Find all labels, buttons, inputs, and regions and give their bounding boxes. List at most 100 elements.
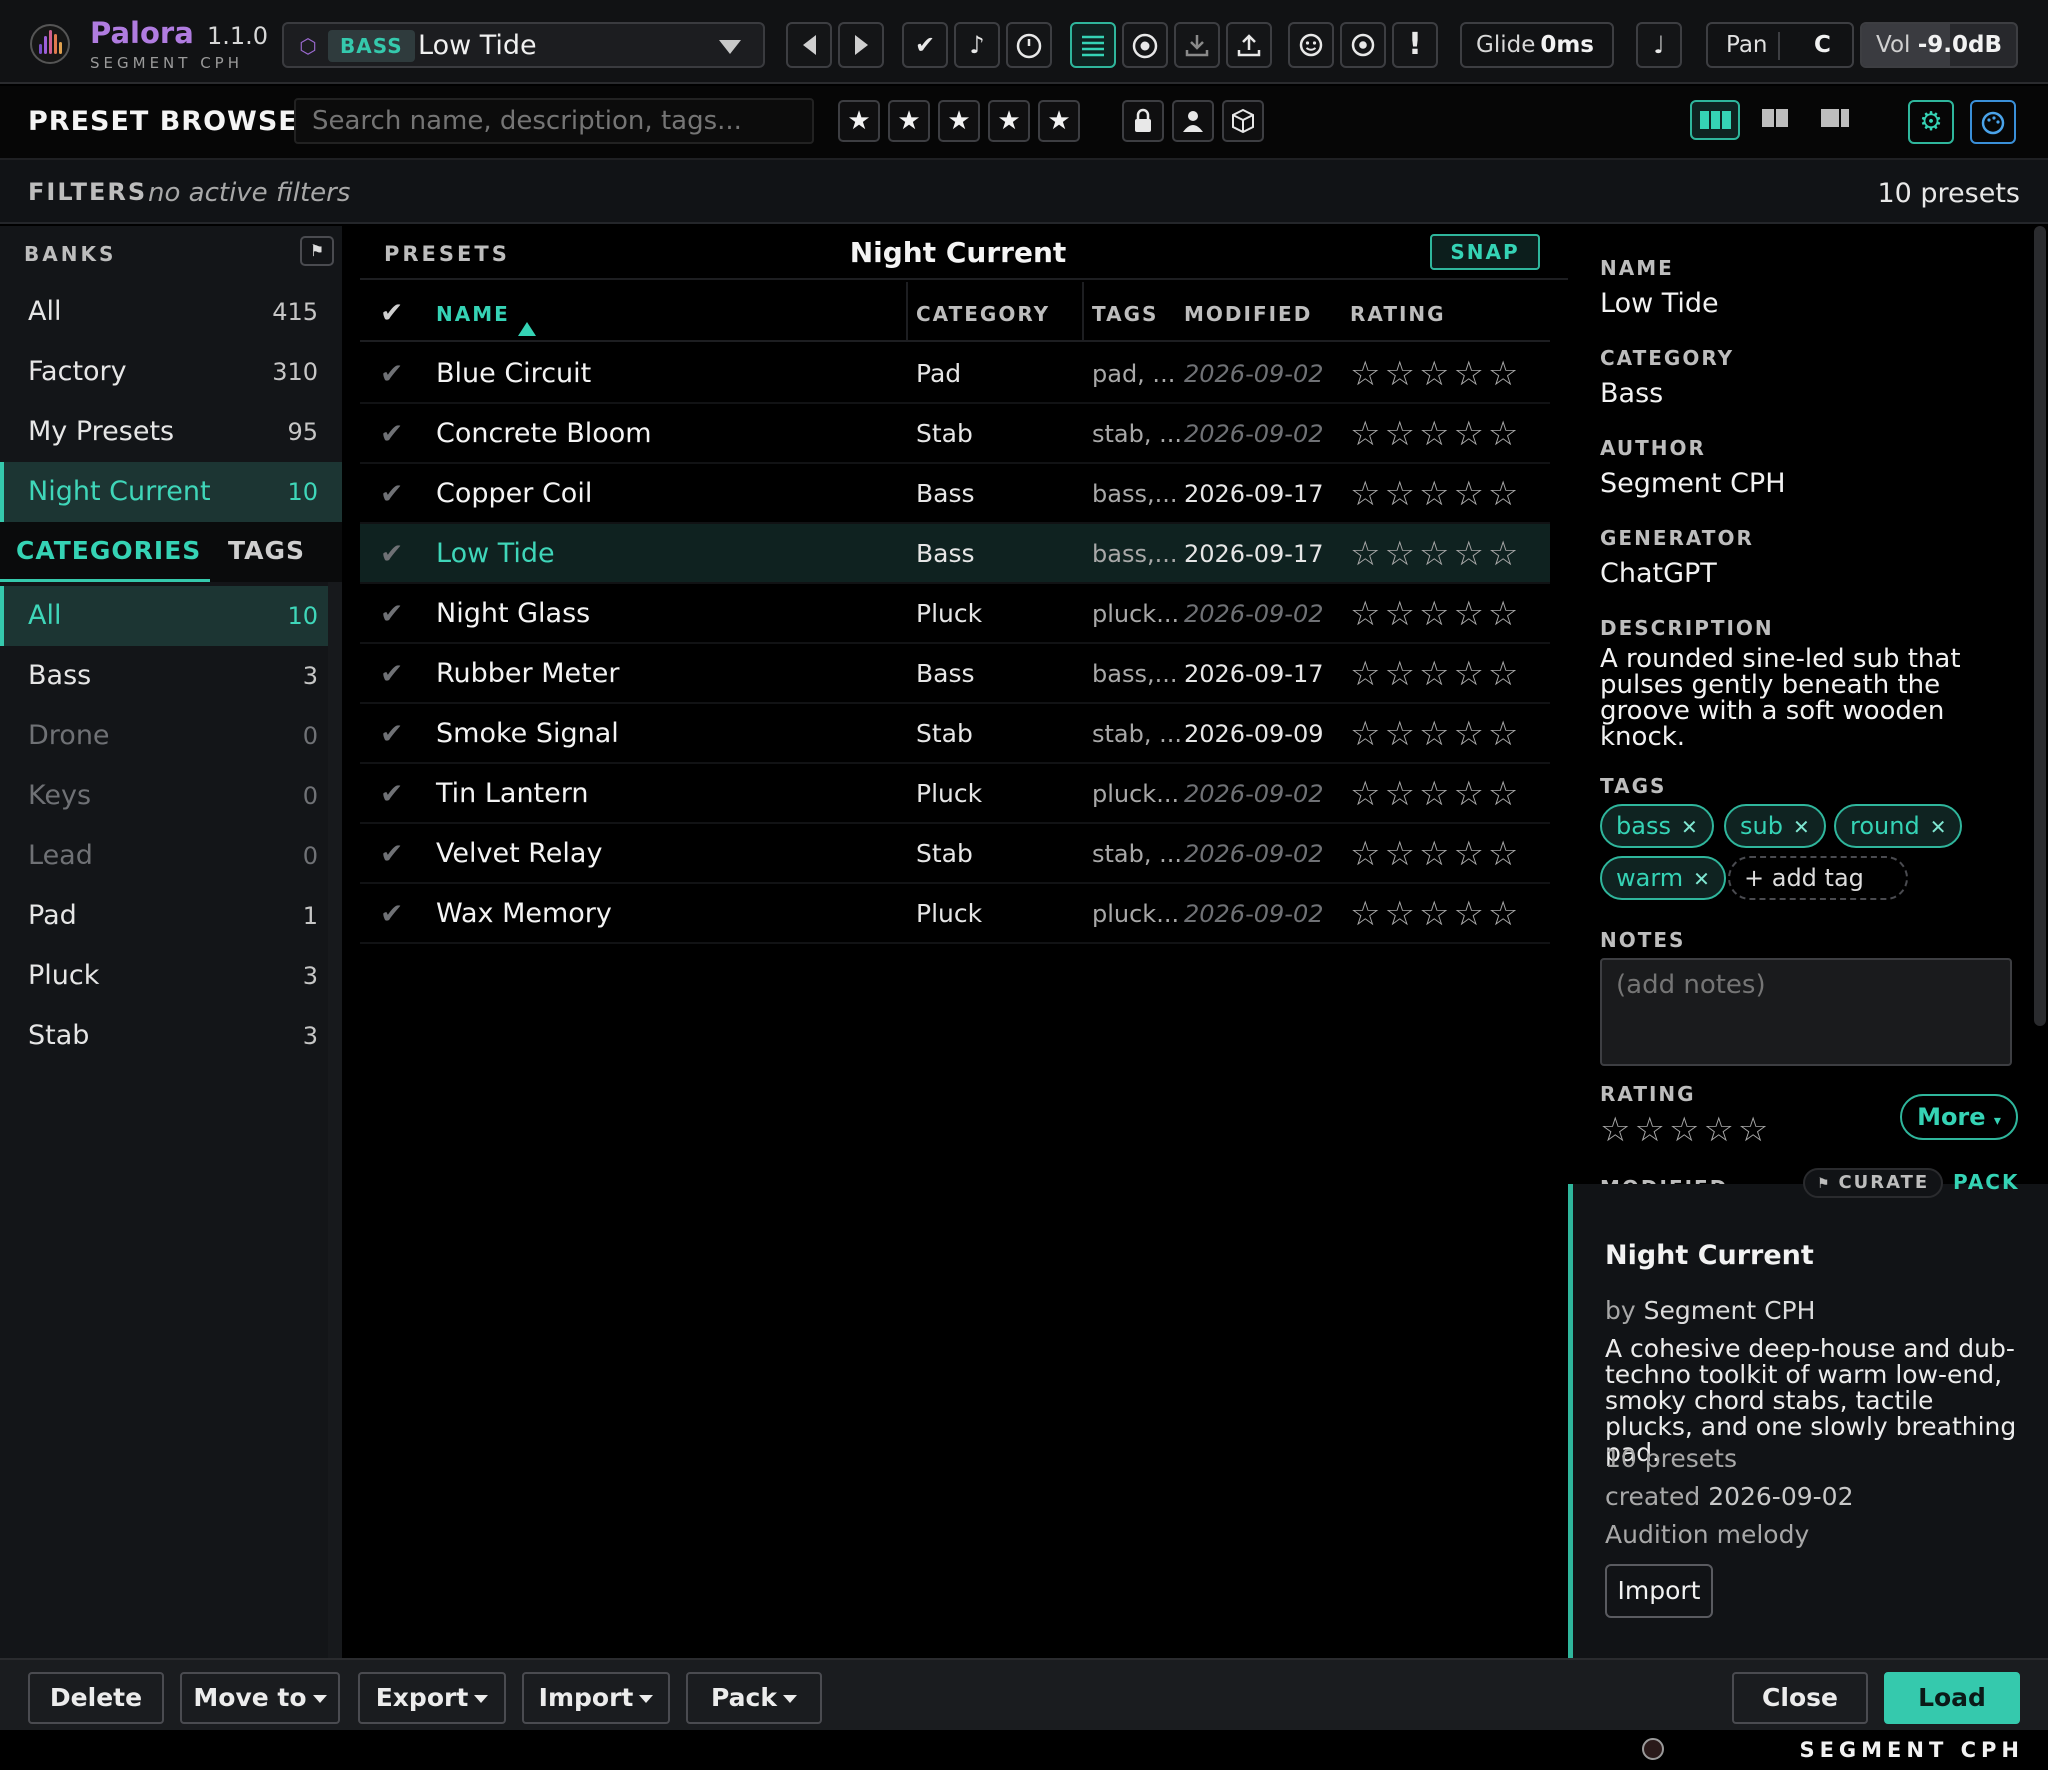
next-preset-button[interactable]	[838, 22, 884, 68]
notes-field[interactable]	[1600, 958, 2012, 1066]
rating-stars[interactable]: ☆☆☆☆☆	[1350, 704, 1522, 764]
table-row[interactable]: ✔ Rubber Meter Bass bass,... 2026-09-17 …	[360, 644, 1550, 704]
add-tag-button[interactable]: + add tag	[1728, 856, 1908, 900]
rating-stars[interactable]: ☆☆☆☆☆	[1350, 824, 1522, 884]
column-divider[interactable]	[1082, 282, 1084, 342]
rating-stars[interactable]: ☆☆☆☆☆	[1350, 404, 1522, 464]
move-to-button[interactable]: Move to	[180, 1672, 340, 1724]
factory-filter-button[interactable]	[1222, 100, 1264, 142]
column-rating[interactable]: RATING	[1350, 302, 1446, 326]
check-icon[interactable]: ✔	[380, 644, 403, 704]
tag-chip[interactable]: warm ✕	[1600, 856, 1726, 900]
rating-filter-5[interactable]: ★	[1038, 100, 1080, 142]
remove-tag-icon[interactable]: ✕	[1793, 815, 1810, 839]
rating-stars[interactable]: ☆☆☆☆☆	[1350, 884, 1522, 944]
check-icon[interactable]: ✔	[380, 884, 403, 944]
audition-melody-link[interactable]: Audition melody	[1605, 1520, 1809, 1549]
rating-stars[interactable]: ☆☆☆☆☆	[1350, 464, 1522, 524]
check-icon[interactable]: ✔	[380, 584, 403, 644]
table-row[interactable]: ✔ Blue Circuit Pad pad, ... 2026-09-02 ☆…	[360, 344, 1550, 404]
record-button[interactable]	[1122, 22, 1168, 68]
bank-item-night-current[interactable]: Night Current 10	[0, 462, 342, 522]
category-item-pad[interactable]: Pad 1	[0, 886, 342, 946]
flag-icon[interactable]: ⚑	[300, 236, 334, 266]
category-item-keys[interactable]: Keys 0	[0, 766, 342, 826]
pan-control[interactable]: Pan C	[1706, 22, 1854, 68]
table-row[interactable]: ✔ Copper Coil Bass bass,... 2026-09-17 ☆…	[360, 464, 1550, 524]
tab-curate[interactable]: ⚑ CURATE	[1803, 1168, 1944, 1198]
rating-stars[interactable]: ☆☆☆☆☆	[1350, 644, 1522, 704]
export-preset-button[interactable]	[1226, 22, 1272, 68]
locked-filter-button[interactable]	[1122, 100, 1164, 142]
category-item-bass[interactable]: Bass 3	[0, 646, 342, 706]
table-row[interactable]: ✔ Wax Memory Pluck pluck... 2026-09-02 ☆…	[360, 884, 1550, 944]
face-button[interactable]	[1288, 22, 1334, 68]
prev-preset-button[interactable]	[786, 22, 832, 68]
select-all-check-icon[interactable]: ✔	[380, 296, 405, 329]
export-button[interactable]: Export	[358, 1672, 506, 1724]
clock-button[interactable]	[1006, 22, 1052, 68]
theme-button[interactable]	[1970, 100, 2016, 144]
table-row[interactable]: ✔ Tin Lantern Pluck pluck... 2026-09-02 …	[360, 764, 1550, 824]
category-item-all[interactable]: All 10	[0, 586, 342, 646]
tag-chip[interactable]: bass ✕	[1600, 804, 1714, 848]
delete-button[interactable]: Delete	[28, 1672, 164, 1724]
rating-stars[interactable]: ☆☆☆☆☆	[1350, 344, 1522, 404]
rating-stars[interactable]: ☆☆☆☆☆	[1350, 764, 1522, 824]
check-icon[interactable]: ✔	[380, 344, 403, 404]
rating-filter-4[interactable]: ★	[988, 100, 1030, 142]
alert-button[interactable]: !	[1392, 22, 1438, 68]
bank-item-my-presets[interactable]: My Presets 95	[0, 402, 342, 462]
layout-three-column-button[interactable]	[1690, 100, 1740, 140]
column-tags[interactable]: TAGS	[1092, 302, 1158, 326]
rating-stars[interactable]: ☆☆☆☆☆	[1350, 524, 1522, 584]
bank-item-all[interactable]: All 415	[0, 282, 342, 342]
check-icon[interactable]: ✔	[380, 704, 403, 764]
check-icon[interactable]: ✔	[380, 524, 403, 584]
list-view-button[interactable]	[1070, 22, 1116, 68]
column-divider[interactable]	[906, 282, 908, 342]
category-item-pluck[interactable]: Pluck 3	[0, 946, 342, 1006]
detail-scrollbar[interactable]	[2034, 226, 2046, 1026]
user-filter-button[interactable]	[1172, 100, 1214, 142]
rating-filter-1[interactable]: ★	[838, 100, 880, 142]
snap-button[interactable]: SNAP	[1430, 234, 1540, 270]
remove-tag-icon[interactable]: ✕	[1693, 867, 1710, 891]
check-icon[interactable]: ✔	[380, 764, 403, 824]
layout-detail-button[interactable]	[1810, 100, 1860, 140]
tag-chip[interactable]: round ✕	[1834, 804, 1963, 848]
tab-tags[interactable]: TAGS	[228, 522, 305, 582]
preset-selector[interactable]: ⬡ BASS Low Tide	[282, 22, 765, 68]
bank-item-factory[interactable]: Factory 310	[0, 342, 342, 402]
mono-note-button[interactable]: ♩	[1636, 22, 1682, 68]
volume-control[interactable]: Vol -9.0dB	[1860, 22, 2018, 68]
rating-filter-3[interactable]: ★	[938, 100, 980, 142]
glide-control[interactable]: Glide 0ms	[1460, 22, 1614, 68]
remove-tag-icon[interactable]: ✕	[1681, 815, 1698, 839]
tab-categories[interactable]: CATEGORIES	[0, 522, 210, 582]
column-modified[interactable]: MODIFIED	[1184, 302, 1312, 326]
close-button[interactable]: Close	[1732, 1672, 1868, 1724]
table-row[interactable]: ✔ Concrete Bloom Stab stab, ... 2026-09-…	[360, 404, 1550, 464]
table-row[interactable]: ✔ Velvet Relay Stab stab, ... 2026-09-02…	[360, 824, 1550, 884]
load-button[interactable]: Load	[1884, 1672, 2020, 1724]
check-button[interactable]: ✔	[902, 22, 948, 68]
category-item-drone[interactable]: Drone 0	[0, 706, 342, 766]
category-item-stab[interactable]: Stab 3	[0, 1006, 342, 1066]
layout-two-column-button[interactable]	[1750, 100, 1800, 140]
tag-chip[interactable]: sub ✕	[1724, 804, 1826, 848]
more-button[interactable]: More ▾	[1900, 1094, 2018, 1140]
pack-import-button[interactable]: Import	[1605, 1564, 1713, 1618]
save-preset-button[interactable]	[1174, 22, 1220, 68]
target-button[interactable]	[1340, 22, 1386, 68]
remove-tag-icon[interactable]: ✕	[1930, 815, 1947, 839]
rating-filter-2[interactable]: ★	[888, 100, 930, 142]
detail-rating-stars[interactable]: ☆☆☆☆☆	[1600, 1110, 1772, 1150]
table-row[interactable]: ✔ Smoke Signal Stab stab, ... 2026-09-09…	[360, 704, 1550, 764]
column-name[interactable]: NAME	[436, 302, 536, 336]
settings-button[interactable]: ⚙	[1908, 100, 1954, 144]
table-row[interactable]: ✔ Night Glass Pluck pluck... 2026-09-02 …	[360, 584, 1550, 644]
category-item-lead[interactable]: Lead 0	[0, 826, 342, 886]
check-icon[interactable]: ✔	[380, 824, 403, 884]
pack-button[interactable]: Pack	[686, 1672, 822, 1724]
